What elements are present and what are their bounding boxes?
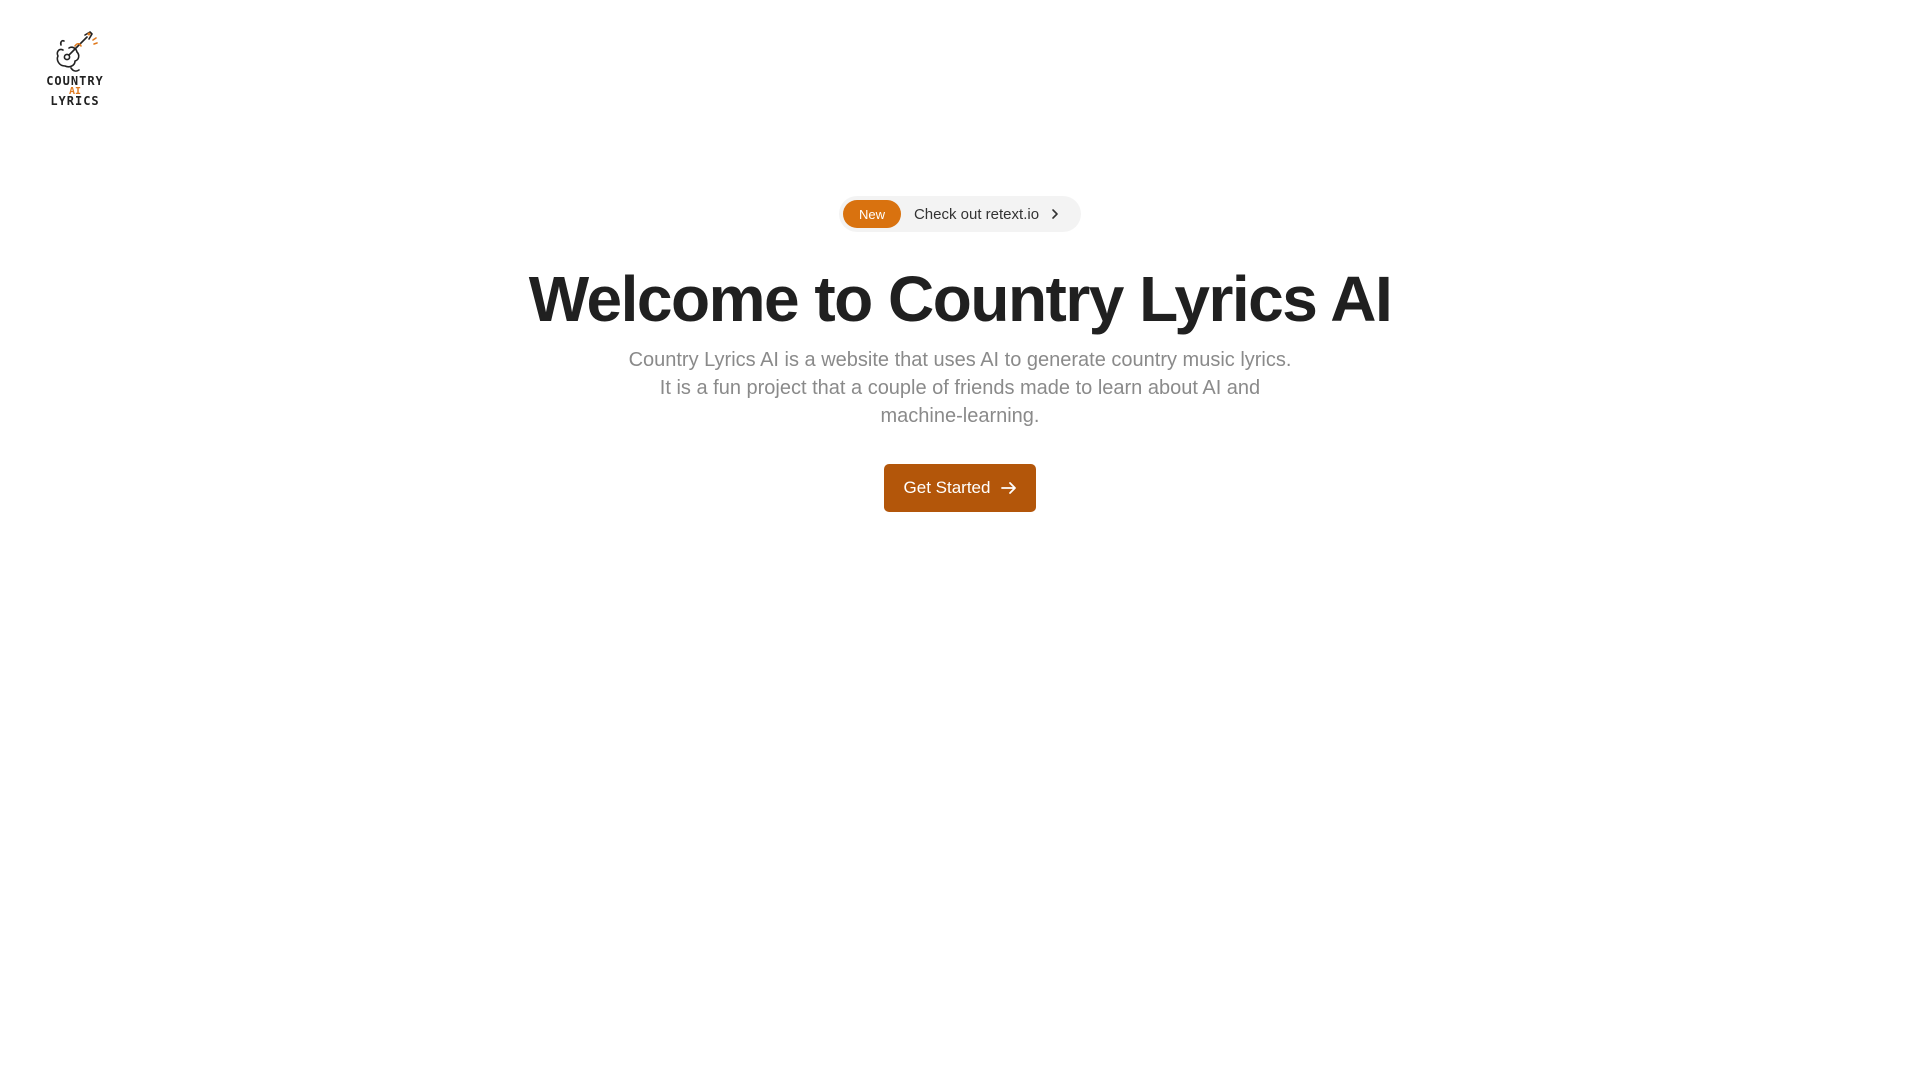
page-subtitle: Country Lyrics AI is a website that uses… — [628, 349, 1292, 427]
page-title: Welcome to Country Lyrics AI — [528, 263, 1393, 335]
announcement-link[interactable]: New Check out retext.io — [838, 196, 1082, 232]
page: COUNTRY AI LYRICS New Check out retext.i… — [0, 0, 1920, 1080]
get-started-label: Get Started — [903, 478, 991, 497]
new-badge: New — [842, 200, 901, 228]
announcement-text: Check out retext.io — [913, 205, 1040, 223]
get-started-button[interactable]: Get Started — [883, 464, 1037, 512]
logo-text-lyrics: LYRICS — [50, 94, 100, 108]
logo-link[interactable]: COUNTRY AI LYRICS — [38, 28, 112, 118]
chevron-right-icon — [1049, 208, 1061, 220]
hero-section: New Check out retext.io Welcome to Count… — [0, 196, 1920, 512]
arrow-right-icon — [1000, 479, 1018, 497]
guitar-icon — [56, 31, 98, 72]
